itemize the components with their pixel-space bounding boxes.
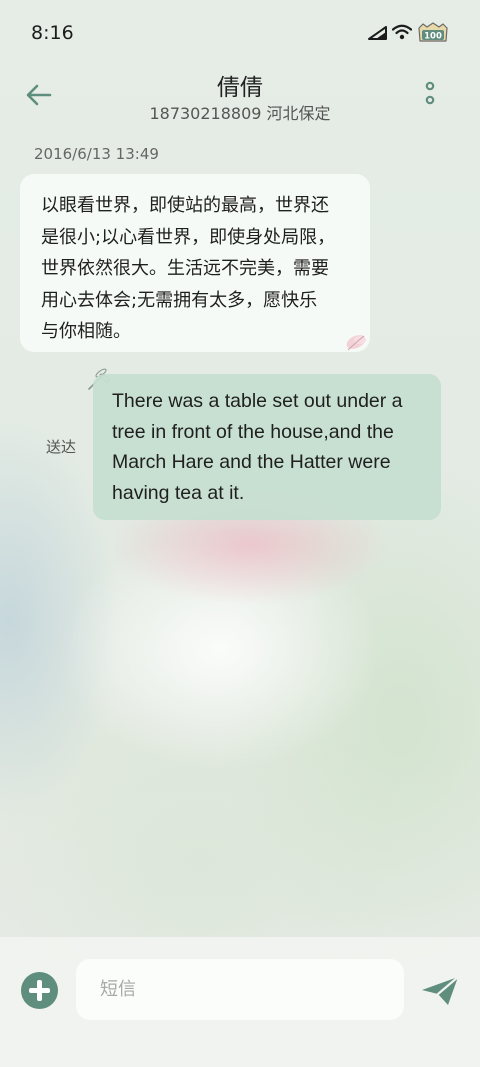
add-attachment-button[interactable] [21, 972, 58, 1009]
signal-icon [368, 26, 387, 40]
send-icon[interactable] [420, 975, 460, 1007]
message-line: 世界依然很大。生活远不完美，需要 [41, 258, 329, 279]
contact-name: 倩倩 [217, 75, 263, 101]
message-timestamp: 2016/6/13 13:49 [34, 145, 159, 163]
contact-number-location: 18730218809 河北保定 [149, 104, 331, 123]
delivery-status: 送达 [46, 438, 77, 456]
sent-message-bubble[interactable]: There was a table set out under a tree i… [93, 374, 441, 520]
conversation-header: 倩倩 18730218809 河北保定 [0, 66, 480, 132]
message-line: tree in front of the house,and the [112, 420, 394, 443]
wifi-icon [392, 24, 412, 40]
status-time: 8:16 [31, 22, 74, 44]
message-line: 用心去体会;无需拥有太多，愿快乐 [41, 289, 318, 311]
message-line: 是很小;以心看世界，即使身处局限， [41, 226, 336, 248]
message-composer [0, 937, 480, 1067]
message-line: 与你相随。 [41, 321, 131, 342]
status-bar: 8:16 100 [0, 0, 480, 66]
message-line: having tea at it. [112, 481, 245, 504]
message-input[interactable] [76, 959, 404, 1020]
received-message-bubble[interactable]: 以眼看世界，即使站的最高，世界还 是很小;以心看世界，即使身处局限， 世界依然很… [20, 174, 370, 352]
flower-decoration-icon [346, 335, 366, 351]
message-line: March Hare and the Hatter were [112, 451, 391, 473]
battery-icon: 100 [418, 22, 448, 42]
battery-level: 100 [424, 32, 442, 42]
message-line: There was a table set out under a [112, 390, 403, 412]
message-line: 以眼看世界，即使站的最高，世界还 [41, 195, 329, 216]
more-options-icon[interactable] [421, 80, 439, 110]
